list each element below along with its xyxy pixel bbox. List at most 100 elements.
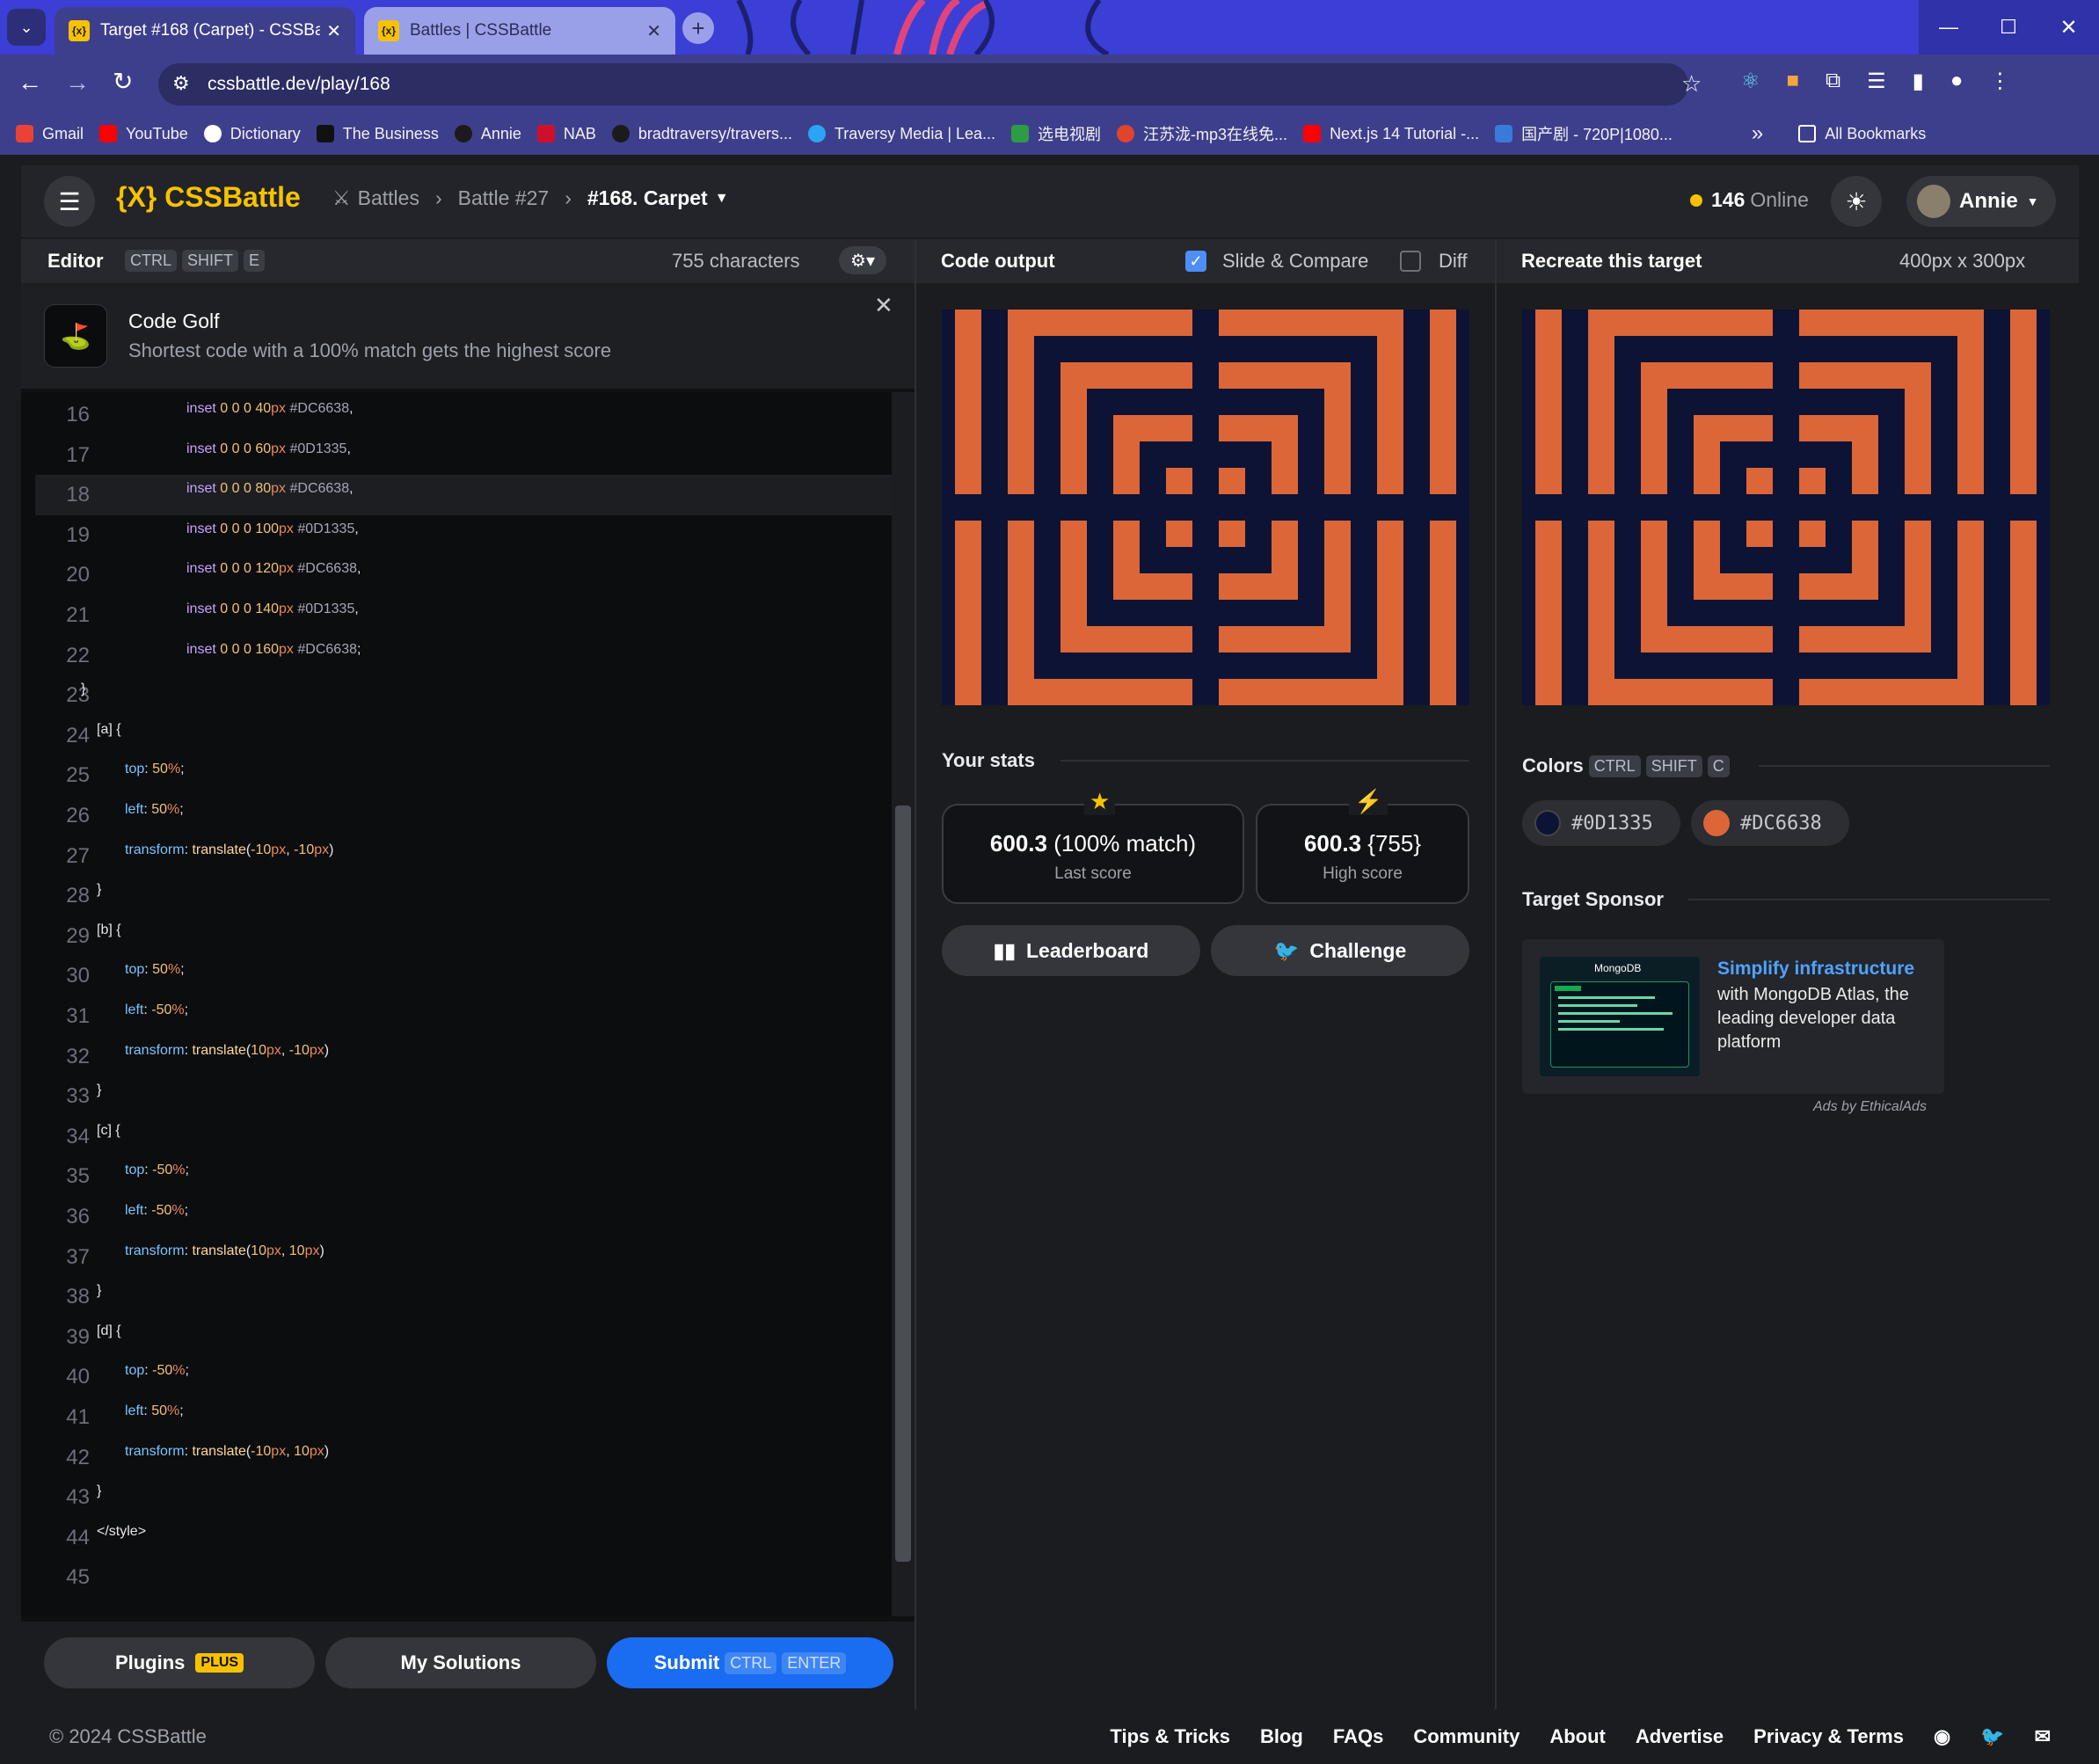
reload-icon[interactable]: ↻	[113, 67, 133, 96]
footer-privacy-terms[interactable]: Privacy & Terms	[1753, 1725, 1904, 1748]
twitter-icon[interactable]: 🐦	[1980, 1725, 2004, 1748]
slide-compare-checkbox[interactable]: ✓	[1185, 251, 1206, 272]
code-line[interactable]: [d] {	[97, 1323, 121, 1339]
user-menu-button[interactable]: Annie ▼	[1906, 176, 2056, 227]
code-line[interactable]: left: 50%;	[125, 1403, 184, 1419]
code-line[interactable]: [a] {	[97, 722, 121, 738]
tab-battles[interactable]: {x} Battles | CSSBattle ✕	[364, 7, 675, 55]
back-icon[interactable]: ←	[18, 69, 42, 97]
submit-button[interactable]: Submit CTRL ENTER	[607, 1637, 893, 1688]
color-swatch-navy[interactable]: #0D1335	[1522, 800, 1680, 846]
footer-advertise[interactable]: Advertise	[1636, 1725, 1724, 1748]
editor-settings-gear-icon[interactable]: ⚙▾	[839, 246, 886, 274]
diff-checkbox[interactable]	[1400, 251, 1421, 272]
close-icon[interactable]: ✕	[874, 292, 893, 319]
bookmark-nab[interactable]: NAB	[536, 125, 596, 143]
color-swatch-orange[interactable]: #DC6638	[1691, 800, 1849, 846]
site-info-icon[interactable]: ⚙	[172, 72, 190, 95]
theme-toggle-sun-icon[interactable]: ☀	[1831, 176, 1882, 227]
code-line[interactable]: transform: translate(10px, 10px)	[125, 1243, 324, 1259]
bookmark-domestic-drama[interactable]: 国产剧 - 720P|1080...	[1495, 122, 1673, 145]
code-line[interactable]: top: 50%;	[125, 762, 185, 777]
code-line[interactable]: }	[97, 1082, 101, 1098]
slide-compare-label[interactable]: Slide & Compare	[1222, 250, 1368, 273]
url-text[interactable]: cssbattle.dev/play/168	[208, 74, 390, 95]
bookmark-the-business[interactable]: The Business	[316, 125, 439, 143]
bookmark-youtube[interactable]: YouTube	[99, 125, 188, 143]
code-line[interactable]: </style>	[97, 1524, 146, 1540]
footer-blog[interactable]: Blog	[1260, 1725, 1303, 1748]
email-icon[interactable]: ✉	[2035, 1725, 2051, 1748]
code-line[interactable]: left: 50%;	[125, 802, 184, 818]
discord-icon[interactable]: ◉	[1934, 1725, 1950, 1748]
code-line[interactable]: left: -50%;	[125, 1002, 188, 1018]
bookmark-bradtraversy[interactable]: bradtraversy/travers...	[611, 125, 792, 143]
bookmarks-overflow-button[interactable]: »	[1752, 121, 1763, 146]
code-line[interactable]: inset 0 0 0 100px #0D1335,	[186, 521, 359, 537]
address-bar[interactable]: ⚙ cssbattle.dev/play/168 ☆	[158, 63, 1702, 106]
footer-tips-tricks[interactable]: Tips & Tricks	[1110, 1725, 1230, 1748]
code-line[interactable]: }	[81, 682, 85, 697]
code-line[interactable]: inset 0 0 0 60px #0D1335,	[186, 441, 351, 457]
code-line[interactable]: inset 0 0 0 40px #DC6638,	[186, 401, 353, 417]
maximize-button[interactable]: ☐	[1979, 0, 2038, 55]
plugins-button[interactable]: Plugins PLUS	[44, 1637, 315, 1688]
breadcrumb-current-target[interactable]: #168. Carpet	[587, 186, 708, 210]
bookmark-annie[interactable]: Annie	[454, 125, 521, 143]
breadcrumb-battles[interactable]: Battles	[358, 186, 419, 210]
bookmark-gmail[interactable]: Gmail	[16, 125, 84, 143]
breadcrumb-battle-27[interactable]: Battle #27	[458, 186, 550, 210]
code-line[interactable]: top: -50%;	[125, 1363, 189, 1379]
bookmark-dictionary[interactable]: Dictionary	[203, 125, 301, 143]
bookmark-traversy-media[interactable]: Traversy Media | Lea...	[807, 125, 995, 143]
extensions-puzzle-icon[interactable]: ⧉	[1826, 69, 1840, 94]
extension-icon[interactable]: ■	[1787, 69, 1800, 94]
diff-label[interactable]: Diff	[1439, 250, 1468, 273]
code-output-canvas[interactable]	[942, 310, 1469, 705]
window-close-button[interactable]: ✕	[2038, 0, 2099, 55]
reading-list-icon[interactable]: ☰	[1867, 69, 1886, 94]
footer-community[interactable]: Community	[1413, 1725, 1520, 1748]
cssbattle-logo[interactable]: {X} CSSBattle	[116, 181, 301, 214]
code-line[interactable]: left: -50%;	[125, 1203, 188, 1219]
menu-kebab-icon[interactable]: ⋮	[1989, 69, 2010, 94]
challenge-button[interactable]: 🐦 Challenge	[1211, 925, 1469, 976]
menu-hamburger-icon[interactable]: ☰	[44, 176, 95, 227]
close-icon[interactable]: ✕	[326, 20, 341, 42]
bookmark-tv-series[interactable]: 选电视剧	[1011, 122, 1101, 145]
ads-by-label[interactable]: Ads by EthicalAds	[1813, 1099, 1927, 1115]
bookmark-mp3[interactable]: 汪苏泷-mp3在线免...	[1117, 122, 1287, 145]
leaderboard-button[interactable]: ▮▮ Leaderboard	[942, 925, 1200, 976]
code-line[interactable]: }	[97, 1483, 101, 1499]
forward-icon[interactable]: →	[65, 69, 90, 97]
editor-scrollbar[interactable]	[892, 392, 915, 1616]
sponsor-ad[interactable]: MongoDB Simplify infrastructure with Mon…	[1522, 939, 1944, 1094]
bookmark-nextjs[interactable]: Next.js 14 Tutorial -...	[1303, 125, 1479, 143]
profile-avatar[interactable]: ●	[1950, 69, 1964, 94]
code-line[interactable]: inset 0 0 0 80px #DC6638,	[186, 481, 353, 497]
bookmark-star-icon[interactable]: ☆	[1681, 70, 1702, 98]
code-line[interactable]: [c] {	[97, 1123, 120, 1139]
code-line[interactable]: transform: translate(-10px, 10px)	[125, 1444, 329, 1460]
ad-headline[interactable]: Simplify infrastructure	[1717, 959, 1914, 980]
my-solutions-button[interactable]: My Solutions	[325, 1637, 596, 1688]
footer-about[interactable]: About	[1549, 1725, 1606, 1748]
code-line[interactable]: inset 0 0 0 140px #0D1335,	[186, 601, 359, 617]
tab-search-button[interactable]: ⌄	[7, 9, 46, 46]
code-line[interactable]: }	[97, 1283, 101, 1299]
tab-target-168[interactable]: {x} Target #168 (Carpet) - CSSBattl ✕	[55, 7, 355, 55]
code-line[interactable]: transform: translate(10px, -10px)	[125, 1043, 329, 1059]
footer-faqs[interactable]: FAQs	[1333, 1725, 1383, 1748]
react-devtools-icon[interactable]: ⚛	[1741, 69, 1760, 94]
code-line[interactable]: inset 0 0 0 120px #DC6638,	[186, 561, 361, 577]
code-line[interactable]: [b] {	[97, 922, 121, 938]
all-bookmarks-button[interactable]: All Bookmarks	[1798, 125, 1926, 143]
minimize-button[interactable]: —	[1919, 0, 1979, 55]
code-line[interactable]: top: 50%;	[125, 962, 185, 978]
close-icon[interactable]: ✕	[646, 20, 661, 42]
side-panel-icon[interactable]: ▮	[1913, 69, 1924, 94]
scrollbar-thumb[interactable]	[895, 805, 911, 1562]
code-line[interactable]: }	[97, 882, 101, 898]
code-line[interactable]: top: -50%;	[125, 1163, 189, 1178]
new-tab-button[interactable]: +	[682, 12, 714, 44]
